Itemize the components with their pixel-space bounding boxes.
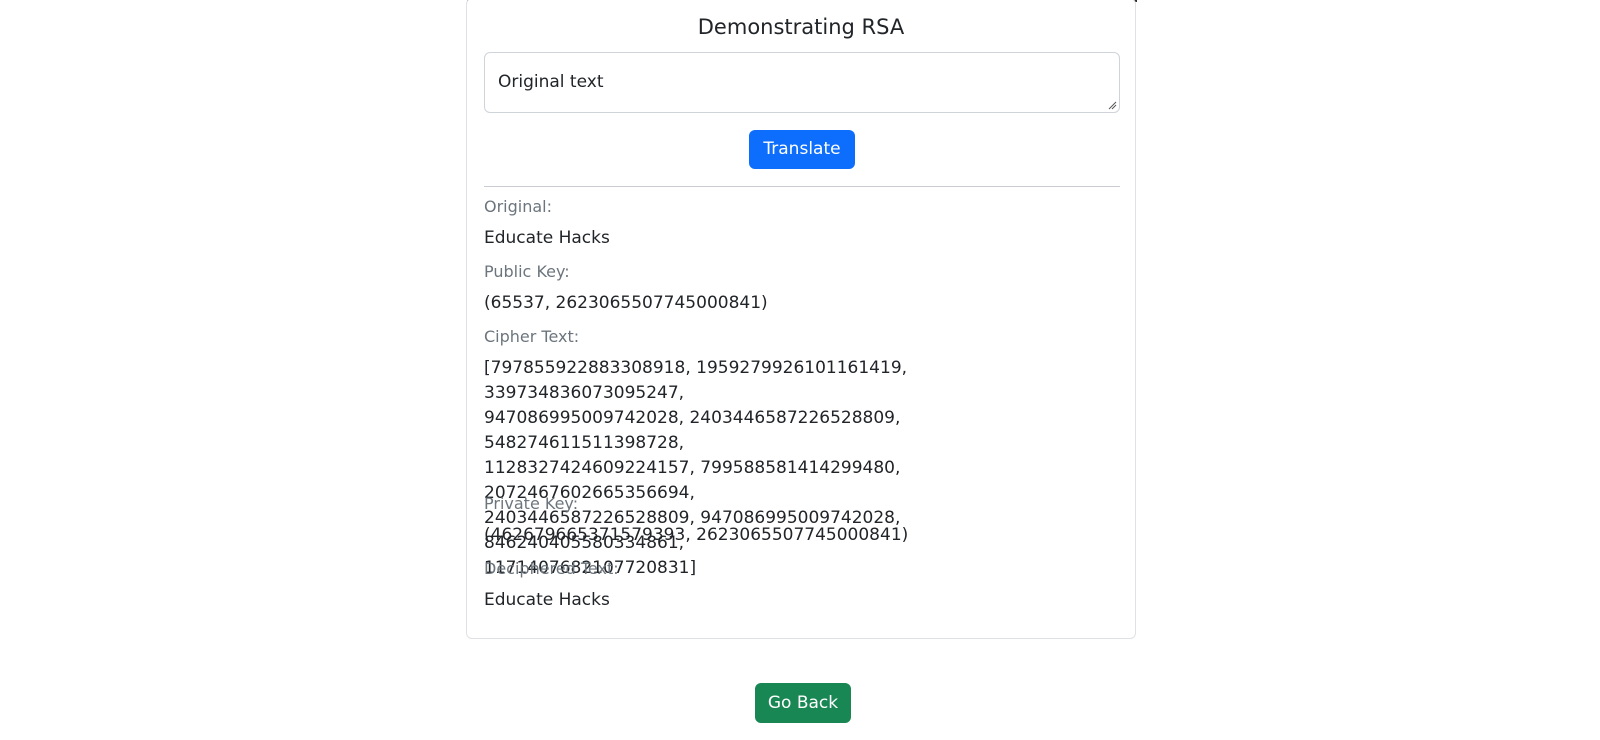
deciphered-text-label: Deciphered Text: bbox=[484, 559, 619, 578]
original-text-input[interactable]: Original text bbox=[484, 52, 1120, 113]
public-key-label: Public Key: bbox=[484, 262, 570, 281]
translate-button[interactable]: Translate bbox=[749, 130, 855, 169]
rsa-card: Demonstrating RSA Original text Translat… bbox=[466, 0, 1136, 639]
divider bbox=[484, 186, 1120, 187]
cipher-text-label: Cipher Text: bbox=[484, 327, 580, 346]
go-back-button[interactable]: Go Back bbox=[755, 683, 851, 723]
original-label: Original: bbox=[484, 197, 552, 216]
public-key-value: (65537, 2623065507745000841) bbox=[484, 293, 768, 313]
original-text-input-value: Original text bbox=[498, 72, 604, 92]
cipher-line: 947086995009742028, 2403446587226528809,… bbox=[484, 408, 901, 453]
original-value: Educate Hacks bbox=[484, 228, 610, 248]
deciphered-text-value: Educate Hacks bbox=[484, 590, 610, 610]
private-key-label: Private Key: bbox=[484, 494, 579, 513]
resize-handle-icon[interactable] bbox=[1107, 100, 1117, 110]
cipher-line: [797855922883308918, 1959279926101161419… bbox=[484, 358, 908, 403]
card-title: Demonstrating RSA bbox=[697, 15, 905, 39]
private-key-value: (462679665371579393, 2623065507745000841… bbox=[484, 525, 909, 545]
